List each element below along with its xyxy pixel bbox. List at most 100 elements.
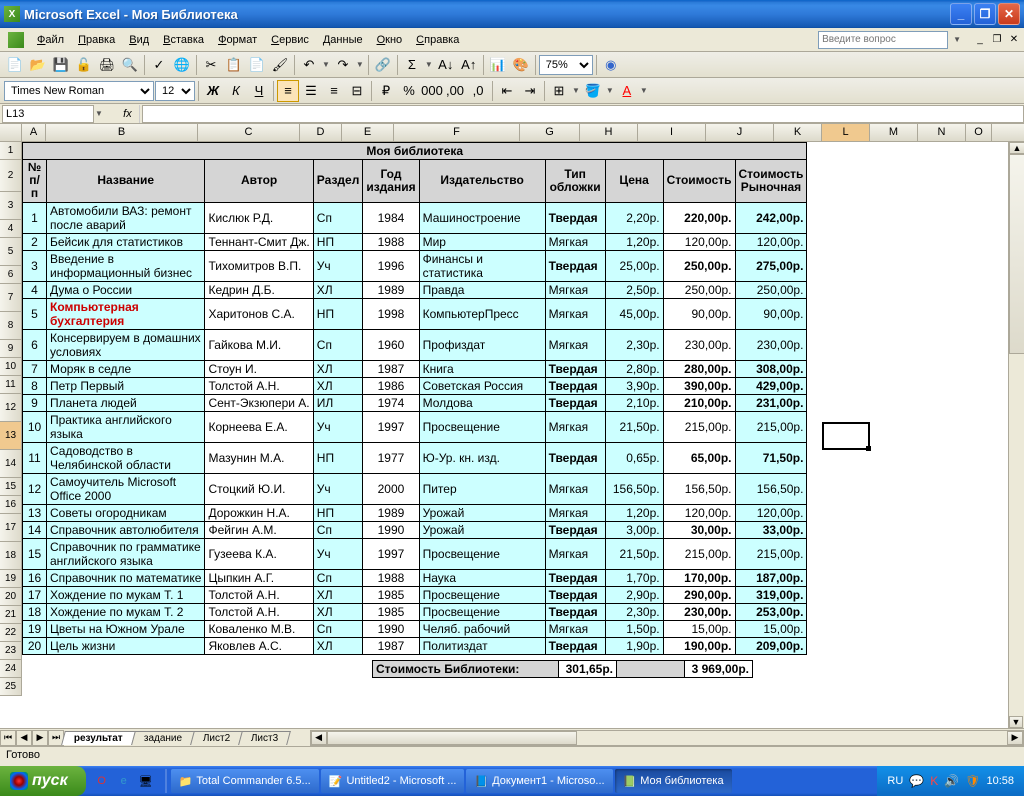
bold-icon[interactable]: Ж: [202, 80, 224, 102]
taskbar-task[interactable]: 📝Untitled2 - Microsoft ...: [321, 769, 465, 793]
doc-minimize-button[interactable]: _: [972, 33, 988, 47]
row-header-4[interactable]: 4: [0, 220, 22, 238]
menu-Вставка[interactable]: Вставка: [156, 31, 211, 49]
taskbar-task[interactable]: 📘Документ1 - Microso...: [466, 769, 612, 793]
permission-icon[interactable]: 🔓: [73, 54, 95, 76]
row-header-1[interactable]: 1: [0, 142, 22, 160]
col-header-N[interactable]: N: [918, 124, 966, 141]
fx-button[interactable]: fx: [116, 105, 140, 123]
col-header-F[interactable]: F: [394, 124, 520, 141]
col-header-H[interactable]: H: [580, 124, 638, 141]
row-header-5[interactable]: 5: [0, 238, 22, 266]
tray-antivirus-icon[interactable]: K: [930, 774, 938, 788]
percent-icon[interactable]: %: [398, 80, 420, 102]
name-dropdown-icon[interactable]: ▼: [94, 109, 104, 118]
start-button[interactable]: пуск: [0, 766, 86, 796]
preview-icon[interactable]: 🔍: [119, 54, 141, 76]
align-center-icon[interactable]: ☰: [300, 80, 322, 102]
tray-shield-icon[interactable]: 🛡: [965, 774, 980, 788]
worksheet-grid[interactable]: ABCDEFGHIJKLMNO 123456789101112131415161…: [0, 124, 1024, 728]
chart-icon[interactable]: 📊: [487, 54, 509, 76]
quicklaunch-opera-icon[interactable]: O: [92, 770, 112, 792]
new-icon[interactable]: 📄: [4, 54, 26, 76]
select-all-corner[interactable]: [0, 124, 22, 141]
increase-indent-icon[interactable]: ⇥: [519, 80, 541, 102]
row-header-16[interactable]: 16: [0, 496, 22, 514]
col-header-J[interactable]: J: [706, 124, 774, 141]
quicklaunch-ie-icon[interactable]: e: [114, 770, 134, 792]
col-header-B[interactable]: B: [46, 124, 198, 141]
quicklaunch-desktop-icon[interactable]: 🖥: [136, 770, 156, 792]
align-left-icon[interactable]: ≡: [277, 80, 299, 102]
redo-icon[interactable]: ↷: [332, 54, 354, 76]
doc-restore-button[interactable]: ❐: [989, 33, 1005, 47]
comma-icon[interactable]: 000: [421, 80, 443, 102]
col-header-D[interactable]: D: [300, 124, 342, 141]
help-search-input[interactable]: [818, 31, 948, 49]
zoom-select[interactable]: 75%: [539, 55, 593, 75]
row-header-11[interactable]: 11: [0, 376, 22, 394]
fill-color-icon[interactable]: 🪣: [582, 80, 604, 102]
autosum-icon[interactable]: Σ: [401, 54, 423, 76]
tray-icon[interactable]: 💬: [909, 774, 924, 788]
row-header-2[interactable]: 2: [0, 160, 22, 192]
menu-Окно[interactable]: Окно: [370, 31, 410, 49]
row-header-15[interactable]: 15: [0, 478, 22, 496]
row-header-8[interactable]: 8: [0, 312, 22, 340]
menu-Вид[interactable]: Вид: [122, 31, 156, 49]
col-header-O[interactable]: O: [966, 124, 992, 141]
tray-volume-icon[interactable]: 🔊: [944, 774, 959, 788]
col-header-G[interactable]: G: [520, 124, 580, 141]
menu-Данные[interactable]: Данные: [316, 31, 370, 49]
hyperlink-icon[interactable]: 🔗: [372, 54, 394, 76]
col-header-E[interactable]: E: [342, 124, 394, 141]
row-header-12[interactable]: 12: [0, 394, 22, 422]
currency-icon[interactable]: ₽: [375, 80, 397, 102]
row-header-6[interactable]: 6: [0, 266, 22, 284]
menu-Сервис[interactable]: Сервис: [264, 31, 316, 49]
save-icon[interactable]: 💾: [50, 54, 72, 76]
tray-clock[interactable]: 10:58: [986, 775, 1014, 787]
row-header-18[interactable]: 18: [0, 542, 22, 570]
sort-desc-icon[interactable]: A↑: [458, 54, 480, 76]
row-header-21[interactable]: 21: [0, 606, 22, 624]
sheet-tab-задание[interactable]: задание: [131, 731, 195, 745]
row-header-22[interactable]: 22: [0, 624, 22, 642]
merge-icon[interactable]: ⊟: [346, 80, 368, 102]
col-header-L[interactable]: L: [822, 124, 870, 141]
sheet-tab-Лист3[interactable]: Лист3: [238, 731, 291, 745]
close-button[interactable]: ✕: [998, 3, 1020, 25]
open-icon[interactable]: 📂: [27, 54, 49, 76]
align-right-icon[interactable]: ≡: [323, 80, 345, 102]
row-header-24[interactable]: 24: [0, 660, 22, 678]
tab-first-button[interactable]: ⏮: [0, 730, 16, 746]
maximize-button[interactable]: ❐: [974, 3, 996, 25]
col-header-A[interactable]: A: [22, 124, 46, 141]
menu-Правка[interactable]: Правка: [71, 31, 122, 49]
vertical-scrollbar[interactable]: ▲ ▼: [1008, 142, 1024, 728]
menu-Файл[interactable]: Файл: [30, 31, 71, 49]
menu-Справка[interactable]: Справка: [409, 31, 466, 49]
tray-lang[interactable]: RU: [887, 775, 903, 787]
help-icon[interactable]: ◉: [600, 54, 622, 76]
spelling-icon[interactable]: ✓: [148, 54, 170, 76]
italic-icon[interactable]: К: [225, 80, 247, 102]
underline-icon[interactable]: Ч: [248, 80, 270, 102]
row-header-3[interactable]: 3: [0, 192, 22, 220]
format-painter-icon[interactable]: 🖌: [269, 54, 291, 76]
col-header-I[interactable]: I: [638, 124, 706, 141]
row-header-20[interactable]: 20: [0, 588, 22, 606]
sort-asc-icon[interactable]: A↓: [435, 54, 457, 76]
col-header-K[interactable]: K: [774, 124, 822, 141]
sheet-tab-Лист2[interactable]: Лист2: [190, 731, 243, 745]
paste-icon[interactable]: 📄: [246, 54, 268, 76]
copy-icon[interactable]: 📋: [223, 54, 245, 76]
print-icon[interactable]: 🖨: [96, 54, 118, 76]
row-header-14[interactable]: 14: [0, 450, 22, 478]
borders-icon[interactable]: ⊞: [548, 80, 570, 102]
col-header-C[interactable]: C: [198, 124, 300, 141]
row-header-17[interactable]: 17: [0, 514, 22, 542]
help-dropdown-icon[interactable]: ▼: [952, 35, 962, 44]
row-header-23[interactable]: 23: [0, 642, 22, 660]
name-box[interactable]: L13: [2, 105, 94, 123]
